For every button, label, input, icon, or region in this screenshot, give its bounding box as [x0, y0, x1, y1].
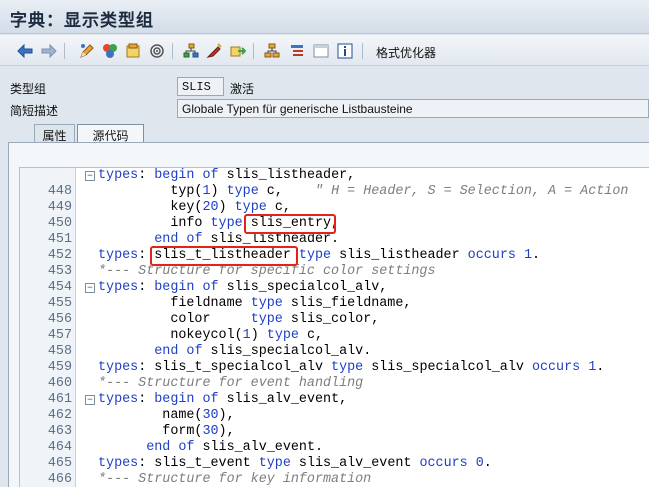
tab-strip: 属性 源代码	[0, 124, 649, 143]
tab-attributes[interactable]: 属性	[34, 124, 75, 143]
navigate-icon[interactable]	[229, 42, 246, 59]
stack-icon[interactable]	[263, 42, 280, 59]
object-list-icon[interactable]	[124, 42, 141, 59]
toolbar-separator	[172, 43, 173, 59]
type-group-row: 类型组 SLIS 激活	[0, 77, 649, 97]
code-line: 453 types: slis_t_listheader type slis_l…	[20, 248, 649, 279]
highlight-box-slis-t-listheader	[150, 246, 298, 266]
display-icon[interactable]	[205, 42, 222, 59]
toolbar-separator	[253, 43, 254, 59]
code-line: 463 name(30),	[20, 408, 649, 439]
code-line: 464 form(30),	[20, 424, 649, 455]
code-line: 456 fieldname type slis_fieldname,	[20, 296, 649, 327]
header-fields: 类型组 SLIS 激活 简短描述 Globale Typen für gener…	[0, 67, 649, 124]
frame-icon[interactable]	[312, 42, 329, 59]
code-line: 448 − types: begin of slis_listheader,	[20, 168, 649, 199]
title-bar: 字典：显示类型组	[0, 0, 649, 34]
abap-code-editor[interactable]: 448 − types: begin of slis_listheader, 4…	[19, 167, 649, 487]
short-description-label: 简短描述	[10, 104, 59, 118]
application-toolbar: 格式优化器	[0, 35, 649, 66]
window-title: 字典：显示类型组	[10, 11, 154, 30]
code-line: 459 end of slis_specialcol_alv.	[20, 344, 649, 375]
code-line: 465 end of slis_alv_event.	[20, 440, 649, 471]
highlight-box-slis-entry	[244, 214, 336, 234]
code-line: 452 end of slis_listheader.	[20, 232, 649, 263]
code-line: 455 − types: begin of slis_specialcol_al…	[20, 280, 649, 311]
info-icon[interactable]	[336, 42, 353, 59]
activate-icon[interactable]	[101, 42, 118, 59]
fold-toggle-icon[interactable]: −	[85, 171, 95, 181]
short-description-field[interactable]: Globale Typen für generische Listbaustei…	[177, 99, 649, 118]
code-line: 461 *--- Structure for event handling	[20, 376, 649, 407]
code-line: 454 *--- Structure for specific color se…	[20, 264, 649, 295]
toolbar-separator	[362, 43, 363, 59]
fold-toggle-icon[interactable]: −	[85, 395, 95, 405]
short-description-row: 简短描述 Globale Typen für generische Listba…	[0, 99, 649, 119]
toolbar-separator	[64, 43, 65, 59]
back-arrow-icon[interactable]	[16, 42, 33, 59]
forward-arrow-icon[interactable]	[40, 42, 57, 59]
code-line: 449 typ(1) type c, " H = Header, S = Sel…	[20, 184, 649, 215]
type-group-label: 类型组	[10, 82, 47, 96]
code-line: 457 color type slis_color,	[20, 312, 649, 343]
code-line: 460 types: slis_t_specialcol_alv type sl…	[20, 360, 649, 391]
code-line: 466 types: slis_t_event type slis_alv_ev…	[20, 456, 649, 487]
list-icon[interactable]	[288, 42, 305, 59]
tab-source-code[interactable]: 源代码	[77, 124, 144, 143]
pretty-printer-button[interactable]: 格式优化器	[376, 44, 436, 61]
code-line: 458 nokeycol(1) type c,	[20, 328, 649, 359]
code-line: 467 *--- Structure for key information	[98, 472, 372, 487]
fold-toggle-icon[interactable]: −	[85, 283, 95, 293]
code-line: 462 − types: begin of slis_alv_event,	[20, 392, 649, 423]
where-used-icon[interactable]	[148, 42, 165, 59]
edit-change-icon[interactable]	[78, 42, 95, 59]
type-group-field[interactable]: SLIS	[177, 77, 224, 96]
status-text: 激活	[230, 82, 255, 96]
hierarchy-icon[interactable]	[182, 42, 199, 59]
